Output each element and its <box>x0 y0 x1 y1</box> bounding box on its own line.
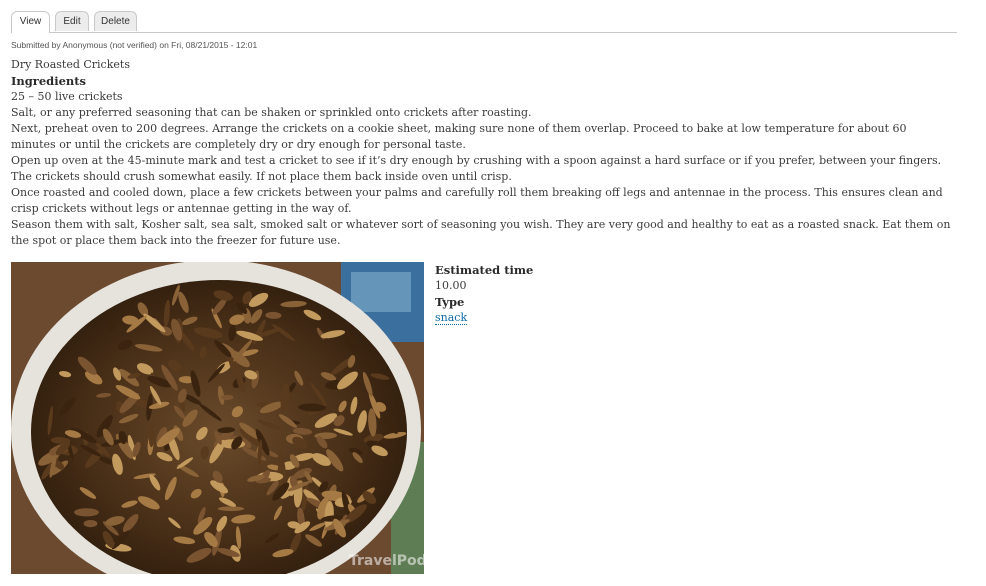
ingredients-heading: Ingredients <box>11 74 87 88</box>
instruction-paragraph: Season them with salt, Kosher salt, sea … <box>11 218 951 247</box>
type-label: Type <box>435 295 465 309</box>
ingredient-line: 25 – 50 live crickets <box>11 90 123 103</box>
photo-watermark: TravelPod <box>349 553 424 569</box>
instruction-paragraph: Open up oven at the 45-minute mark and t… <box>11 154 942 183</box>
instruction-paragraph: Next, preheat oven to 200 degrees. Arran… <box>11 122 907 151</box>
estimated-time-label: Estimated time <box>435 263 534 277</box>
cricket-mark <box>217 506 245 512</box>
bag-highlight <box>351 272 411 312</box>
crickets-photo: TravelPod <box>11 262 424 574</box>
tab-delete[interactable]: Delete <box>94 11 137 31</box>
type-link[interactable]: snack <box>435 311 468 325</box>
tab-edit[interactable]: Edit <box>55 11 89 31</box>
recipe-fields: Estimated time 10.00 Type snack <box>435 262 635 326</box>
instruction-paragraph: Once roasted and cooled down, place a fe… <box>11 186 943 215</box>
estimated-time-value: 10.00 <box>435 279 467 292</box>
tab-view[interactable]: View <box>11 11 50 33</box>
recipe-body: Dry Roasted Crickets Ingredients 25 – 50… <box>11 57 951 249</box>
cricket-mark <box>74 508 99 517</box>
cricket-mark <box>220 394 234 401</box>
recipe-title-line: Dry Roasted Crickets <box>11 58 130 71</box>
submitted-info: Submitted by Anonymous (not verified) on… <box>11 40 258 50</box>
cricket-mark <box>83 520 98 528</box>
local-tabs: View Edit Delete <box>11 11 957 33</box>
cricket-mark <box>148 423 155 448</box>
ingredient-line: Salt, or any preferred seasoning that ca… <box>11 106 532 119</box>
